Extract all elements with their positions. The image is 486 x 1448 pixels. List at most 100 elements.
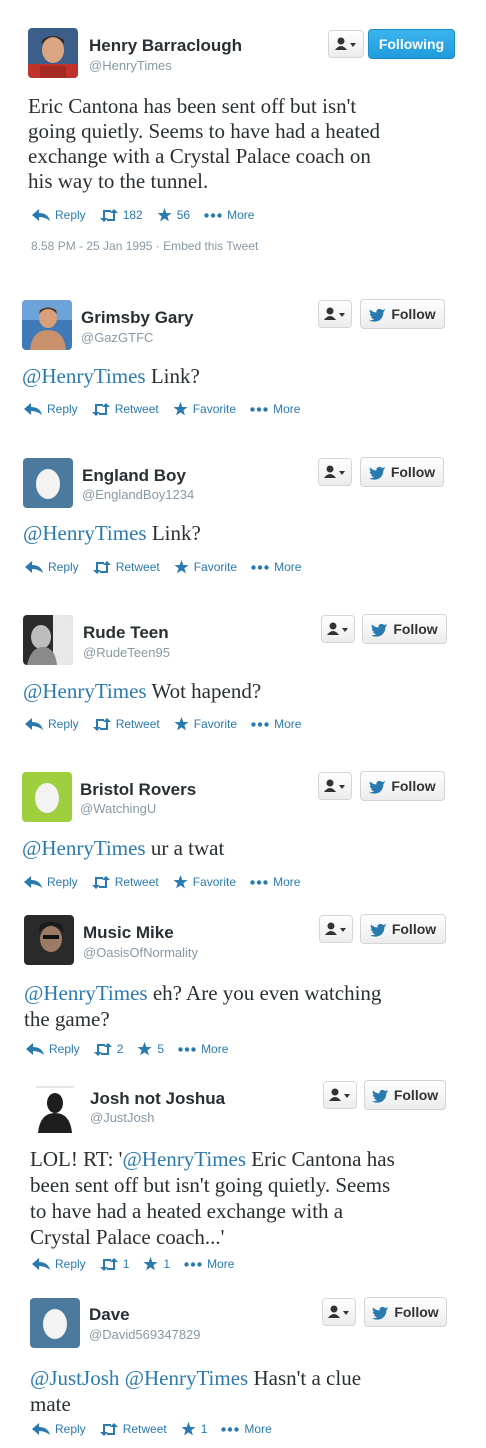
mention-link[interactable]: @HenryTimes <box>122 1147 246 1171</box>
user-actions-button[interactable] <box>328 30 364 58</box>
timestamp[interactable]: 8.58 PM - 25 Jan 1995 <box>31 239 152 253</box>
mention-link[interactable]: @HenryTimes <box>23 679 147 703</box>
reply-button[interactable]: Reply <box>25 560 79 574</box>
user-actions-button[interactable] <box>318 458 352 486</box>
user-handle[interactable]: @David569347829 <box>89 1327 201 1342</box>
user-actions-button[interactable] <box>318 772 352 800</box>
more-button[interactable]: More <box>251 717 301 731</box>
user-handle[interactable]: @GazGTFC <box>81 330 153 345</box>
mention-link[interactable]: @HenryTimes <box>22 364 146 388</box>
user-handle[interactable]: @RudeTeen95 <box>83 645 170 660</box>
tweet-actions: Reply 1 1 More <box>32 1257 248 1271</box>
user-name[interactable]: Bristol Rovers <box>80 780 196 800</box>
user-actions-button[interactable] <box>321 615 355 643</box>
user-icon <box>325 922 346 935</box>
retweet-label: Retweet <box>115 717 160 731</box>
user-actions-button[interactable] <box>319 915 353 943</box>
reply-button[interactable]: Reply <box>32 1422 86 1436</box>
retweet-button[interactable]: 182 <box>99 208 143 222</box>
mention-link[interactable]: @HenryTimes <box>23 521 147 545</box>
retweet-button[interactable]: Retweet <box>92 717 160 731</box>
user-icon <box>324 307 345 320</box>
more-button[interactable]: More <box>251 560 301 574</box>
user-name[interactable]: Grimsby Gary <box>81 308 193 328</box>
reply-button[interactable]: Reply <box>32 1257 86 1271</box>
tweet-text-line: his way to the tunnel. <box>28 169 209 193</box>
user-name[interactable]: Dave <box>89 1305 130 1325</box>
star-icon <box>174 560 189 574</box>
follow-button[interactable]: Follow <box>364 1297 447 1327</box>
favorite-button[interactable]: Favorite <box>174 717 237 731</box>
user-icon <box>329 1088 350 1101</box>
more-button[interactable]: More <box>204 208 254 222</box>
text-segment: been sent off but isn't going quietly. S… <box>30 1173 391 1197</box>
reply-button[interactable]: Reply <box>26 1042 80 1056</box>
text-segment: Eric Cantona has <box>246 1147 395 1171</box>
follow-label: Follow <box>393 621 438 637</box>
retweet-button[interactable]: Retweet <box>91 875 159 889</box>
avatar[interactable] <box>24 915 74 965</box>
retweet-button[interactable]: 2 <box>93 1042 124 1056</box>
user-name[interactable]: Rude Teen <box>83 623 169 643</box>
more-button[interactable]: More <box>221 1422 272 1436</box>
more-button[interactable]: More <box>250 875 300 889</box>
retweet-button[interactable]: Retweet <box>92 560 160 574</box>
mention-link[interactable]: @JustJosh <box>30 1366 119 1390</box>
more-button[interactable]: More <box>184 1257 234 1271</box>
following-button[interactable]: Following <box>368 29 455 59</box>
more-dots-icon <box>250 879 268 885</box>
mention-link[interactable]: @HenryTimes <box>22 836 146 860</box>
avatar[interactable] <box>30 1298 80 1348</box>
favorite-button[interactable]: 5 <box>137 1042 164 1056</box>
reply-button[interactable]: Reply <box>32 208 86 222</box>
favorite-label: Favorite <box>193 560 238 574</box>
favorite-button[interactable]: Favorite <box>173 875 236 889</box>
user-handle[interactable]: @JustJosh <box>90 1110 155 1125</box>
user-actions-button[interactable] <box>322 1298 356 1326</box>
embed-tweet-link[interactable]: Embed this Tweet <box>163 239 258 253</box>
more-button[interactable]: More <box>250 402 300 416</box>
more-button[interactable]: More <box>178 1042 228 1056</box>
user-actions-button[interactable] <box>318 300 352 328</box>
follow-button[interactable]: Follow <box>362 614 447 644</box>
reply-button[interactable]: Reply <box>24 402 78 416</box>
favorite-button[interactable]: 1 <box>143 1257 170 1271</box>
follow-button[interactable]: Follow <box>360 914 446 944</box>
retweet-button[interactable]: Retweet <box>91 402 159 416</box>
avatar[interactable] <box>23 615 73 665</box>
reply-button[interactable]: Reply <box>25 717 79 731</box>
favorite-label: Favorite <box>193 717 238 731</box>
favorite-button[interactable]: Favorite <box>174 560 237 574</box>
avatar[interactable] <box>22 772 72 822</box>
user-actions-button[interactable] <box>323 1081 357 1109</box>
avatar[interactable] <box>22 300 72 350</box>
reply-tweet: Rude Teen @RudeTeen95 Follow @HenryTimes Wo… <box>0 611 486 761</box>
user-handle[interactable]: @WatchingU <box>80 801 156 816</box>
follow-button[interactable]: Follow <box>360 299 445 329</box>
user-name[interactable]: Music Mike <box>83 923 174 943</box>
user-name[interactable]: Henry Barraclough <box>89 36 242 56</box>
reply-button[interactable]: Reply <box>24 875 78 889</box>
user-name[interactable]: Josh not Joshua <box>90 1089 225 1109</box>
user-name[interactable]: England Boy <box>82 466 186 486</box>
retweet-button[interactable]: Retweet <box>99 1422 167 1436</box>
user-handle[interactable]: @OasisOfNormality <box>83 945 198 960</box>
text-segment: ur a twat <box>145 836 225 860</box>
favorite-button[interactable]: Favorite <box>173 402 236 416</box>
mention-link[interactable]: @HenryTimes <box>24 981 148 1005</box>
follow-button[interactable]: Follow <box>360 457 444 487</box>
avatar[interactable] <box>28 28 78 78</box>
mention-link[interactable]: @HenryTimes <box>125 1366 249 1390</box>
user-handle[interactable]: @HenryTimes <box>89 58 172 73</box>
user-handle[interactable]: @EnglandBoy1234 <box>82 487 194 502</box>
favorite-button[interactable]: 1 <box>181 1422 207 1436</box>
follow-button[interactable]: Follow <box>360 771 445 801</box>
retweet-label: 2 <box>116 1042 124 1056</box>
avatar[interactable] <box>30 1083 80 1133</box>
tweet-actions: Reply Retweet 1 More <box>32 1422 286 1436</box>
retweet-button[interactable]: 1 <box>99 1257 129 1271</box>
follow-button[interactable]: Follow <box>364 1080 446 1110</box>
star-icon <box>157 208 172 222</box>
avatar[interactable] <box>23 458 73 508</box>
favorite-button[interactable]: 56 <box>157 208 190 222</box>
